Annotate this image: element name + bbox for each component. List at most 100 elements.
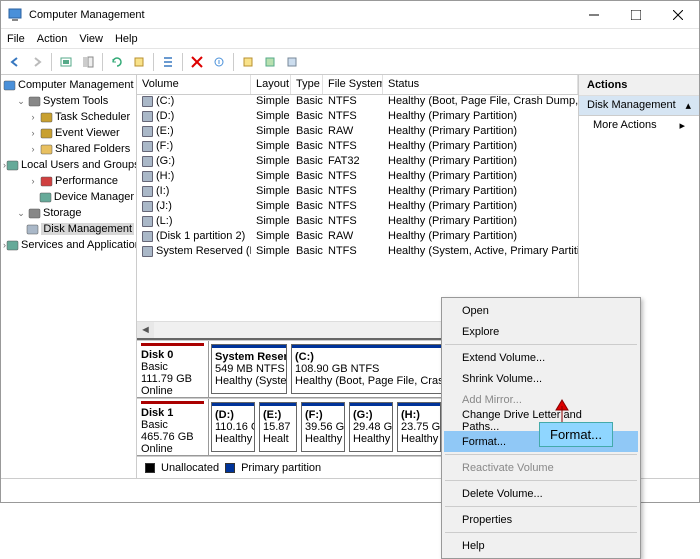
expand-icon[interactable]: › bbox=[27, 144, 39, 154]
volume-row[interactable]: (D:)SimpleBasicNTFSHealthy (Primary Part… bbox=[137, 110, 578, 125]
drive-icon bbox=[142, 171, 153, 182]
action1-button[interactable] bbox=[238, 52, 258, 72]
wrench-icon bbox=[27, 94, 41, 108]
tree-node[interactable]: ›Local Users and Groups bbox=[3, 157, 134, 173]
partition[interactable]: (F:)39.56 GHealthy bbox=[301, 402, 345, 452]
ctx-properties[interactable]: Properties bbox=[444, 509, 638, 530]
tree-node[interactable]: ›Event Viewer bbox=[3, 125, 134, 141]
chevron-right-icon: ▸ bbox=[679, 119, 685, 132]
toolbar bbox=[1, 49, 699, 75]
tooltip: Format... bbox=[539, 422, 613, 447]
back-button[interactable] bbox=[5, 52, 25, 72]
storage-icon bbox=[27, 206, 41, 220]
partition[interactable]: (D:)110.16 GHealthy bbox=[211, 402, 255, 452]
action3-button[interactable] bbox=[282, 52, 302, 72]
task-icon bbox=[39, 110, 53, 124]
ctx-extend-volume-[interactable]: Extend Volume... bbox=[444, 347, 638, 368]
menu-view[interactable]: View bbox=[79, 33, 103, 45]
volume-header: Volume Layout Type File System Status bbox=[137, 75, 578, 95]
expand-icon[interactable]: › bbox=[27, 112, 39, 122]
up-button[interactable] bbox=[56, 52, 76, 72]
tree-label: Computer Management (Local bbox=[18, 79, 137, 91]
action2-button[interactable] bbox=[260, 52, 280, 72]
partition[interactable]: System Reserve549 MB NTFSHealthy (System… bbox=[211, 344, 287, 394]
tree-label: System Tools bbox=[43, 95, 108, 107]
scroll-left-icon[interactable]: ◄ bbox=[137, 322, 154, 339]
tree-node[interactable]: ⌄ System Tools bbox=[3, 93, 134, 109]
col-filesystem[interactable]: File System bbox=[323, 75, 383, 94]
ctx-shrink-volume-[interactable]: Shrink Volume... bbox=[444, 368, 638, 389]
volume-row[interactable]: (G:)SimpleBasicFAT32Healthy (Primary Par… bbox=[137, 155, 578, 170]
expand-icon[interactable]: ⌄ bbox=[15, 208, 27, 219]
ctx-delete-volume-[interactable]: Delete Volume... bbox=[444, 483, 638, 504]
tree-node[interactable]: ›Performance bbox=[3, 173, 134, 189]
expand-icon[interactable]: › bbox=[27, 176, 39, 186]
tree-node[interactable]: Device Manager bbox=[3, 189, 134, 205]
volume-row[interactable]: System Reserved (K:)SimpleBasicNTFSHealt… bbox=[137, 245, 578, 260]
tree-node[interactable]: ›Services and Applications bbox=[3, 237, 134, 253]
nav-tree[interactable]: Computer Management (Local ⌄ System Tools ›… bbox=[1, 75, 137, 478]
tree-label: Services and Applications bbox=[21, 239, 137, 251]
ctx-reactivate-volume: Reactivate Volume bbox=[444, 457, 638, 478]
menu-help[interactable]: Help bbox=[115, 33, 138, 45]
show-hide-button[interactable] bbox=[78, 52, 98, 72]
settings-button[interactable] bbox=[129, 52, 149, 72]
tree-label: Storage bbox=[43, 207, 82, 219]
tree-node[interactable]: Disk Management bbox=[3, 221, 134, 237]
volume-row[interactable]: (E:)SimpleBasicRAWHealthy (Primary Parti… bbox=[137, 125, 578, 140]
delete-button[interactable] bbox=[187, 52, 207, 72]
ctx-open[interactable]: Open bbox=[444, 300, 638, 321]
partition[interactable]: (G:)29.48 GHealthy bbox=[349, 402, 393, 452]
properties-button[interactable] bbox=[209, 52, 229, 72]
menu-separator bbox=[445, 454, 637, 455]
legend-unalloc-icon bbox=[145, 463, 155, 473]
device-icon bbox=[38, 190, 52, 204]
partition[interactable]: (E:)15.87Healt bbox=[259, 402, 297, 452]
menu-separator bbox=[445, 532, 637, 533]
minimize-button[interactable] bbox=[573, 1, 615, 28]
tree-node[interactable]: ⌄ Storage bbox=[3, 205, 134, 221]
ctx-explore[interactable]: Explore bbox=[444, 321, 638, 342]
close-button[interactable] bbox=[657, 1, 699, 28]
refresh-button[interactable] bbox=[107, 52, 127, 72]
legend-primary: Primary partition bbox=[241, 462, 321, 474]
menu-file[interactable]: File bbox=[7, 33, 25, 45]
tree-label: Device Manager bbox=[54, 191, 134, 203]
volume-row[interactable]: (Disk 1 partition 2)SimpleBasicRAWHealth… bbox=[137, 230, 578, 245]
maximize-button[interactable] bbox=[615, 1, 657, 28]
window-title: Computer Management bbox=[29, 9, 573, 21]
drive-icon bbox=[142, 141, 153, 152]
expand-icon[interactable]: ⌄ bbox=[15, 96, 27, 107]
drive-icon bbox=[142, 201, 153, 212]
tree-label: Local Users and Groups bbox=[21, 159, 137, 171]
actions-more[interactable]: More Actions▸ bbox=[579, 116, 699, 135]
drive-icon bbox=[142, 96, 153, 107]
col-volume[interactable]: Volume bbox=[137, 75, 251, 94]
legend-unalloc: Unallocated bbox=[161, 462, 219, 474]
ctx-help[interactable]: Help bbox=[444, 535, 638, 556]
volume-row[interactable]: (C:)SimpleBasicNTFSHealthy (Boot, Page F… bbox=[137, 95, 578, 110]
col-status[interactable]: Status bbox=[383, 75, 578, 94]
volume-row[interactable]: (J:)SimpleBasicNTFSHealthy (Primary Part… bbox=[137, 200, 578, 215]
collapse-icon: ▴ bbox=[685, 99, 691, 112]
actions-group[interactable]: Disk Management▴ bbox=[579, 96, 699, 116]
partition[interactable]: (H:)23.75 GHealthy bbox=[397, 402, 441, 452]
drive-icon bbox=[142, 231, 153, 242]
tree-node[interactable]: ›Shared Folders bbox=[3, 141, 134, 157]
drive-icon bbox=[142, 111, 153, 122]
eject-button[interactable] bbox=[158, 52, 178, 72]
volume-row[interactable]: (I:)SimpleBasicNTFSHealthy (Primary Part… bbox=[137, 185, 578, 200]
forward-button[interactable] bbox=[27, 52, 47, 72]
expand-icon[interactable]: › bbox=[27, 128, 39, 138]
tree-node[interactable]: ›Task Scheduler bbox=[3, 109, 134, 125]
volume-row[interactable]: (H:)SimpleBasicNTFSHealthy (Primary Part… bbox=[137, 170, 578, 185]
menu-action[interactable]: Action bbox=[37, 33, 68, 45]
drive-icon bbox=[142, 126, 153, 137]
disk-info: Disk 0Basic111.79 GBOnline bbox=[137, 341, 209, 397]
volume-row[interactable]: (L:)SimpleBasicNTFSHealthy (Primary Part… bbox=[137, 215, 578, 230]
col-type[interactable]: Type bbox=[291, 75, 323, 94]
volume-row[interactable]: (F:)SimpleBasicNTFSHealthy (Primary Part… bbox=[137, 140, 578, 155]
col-layout[interactable]: Layout bbox=[251, 75, 291, 94]
app-icon bbox=[7, 7, 23, 23]
tree-node[interactable]: Computer Management (Local bbox=[3, 77, 134, 93]
